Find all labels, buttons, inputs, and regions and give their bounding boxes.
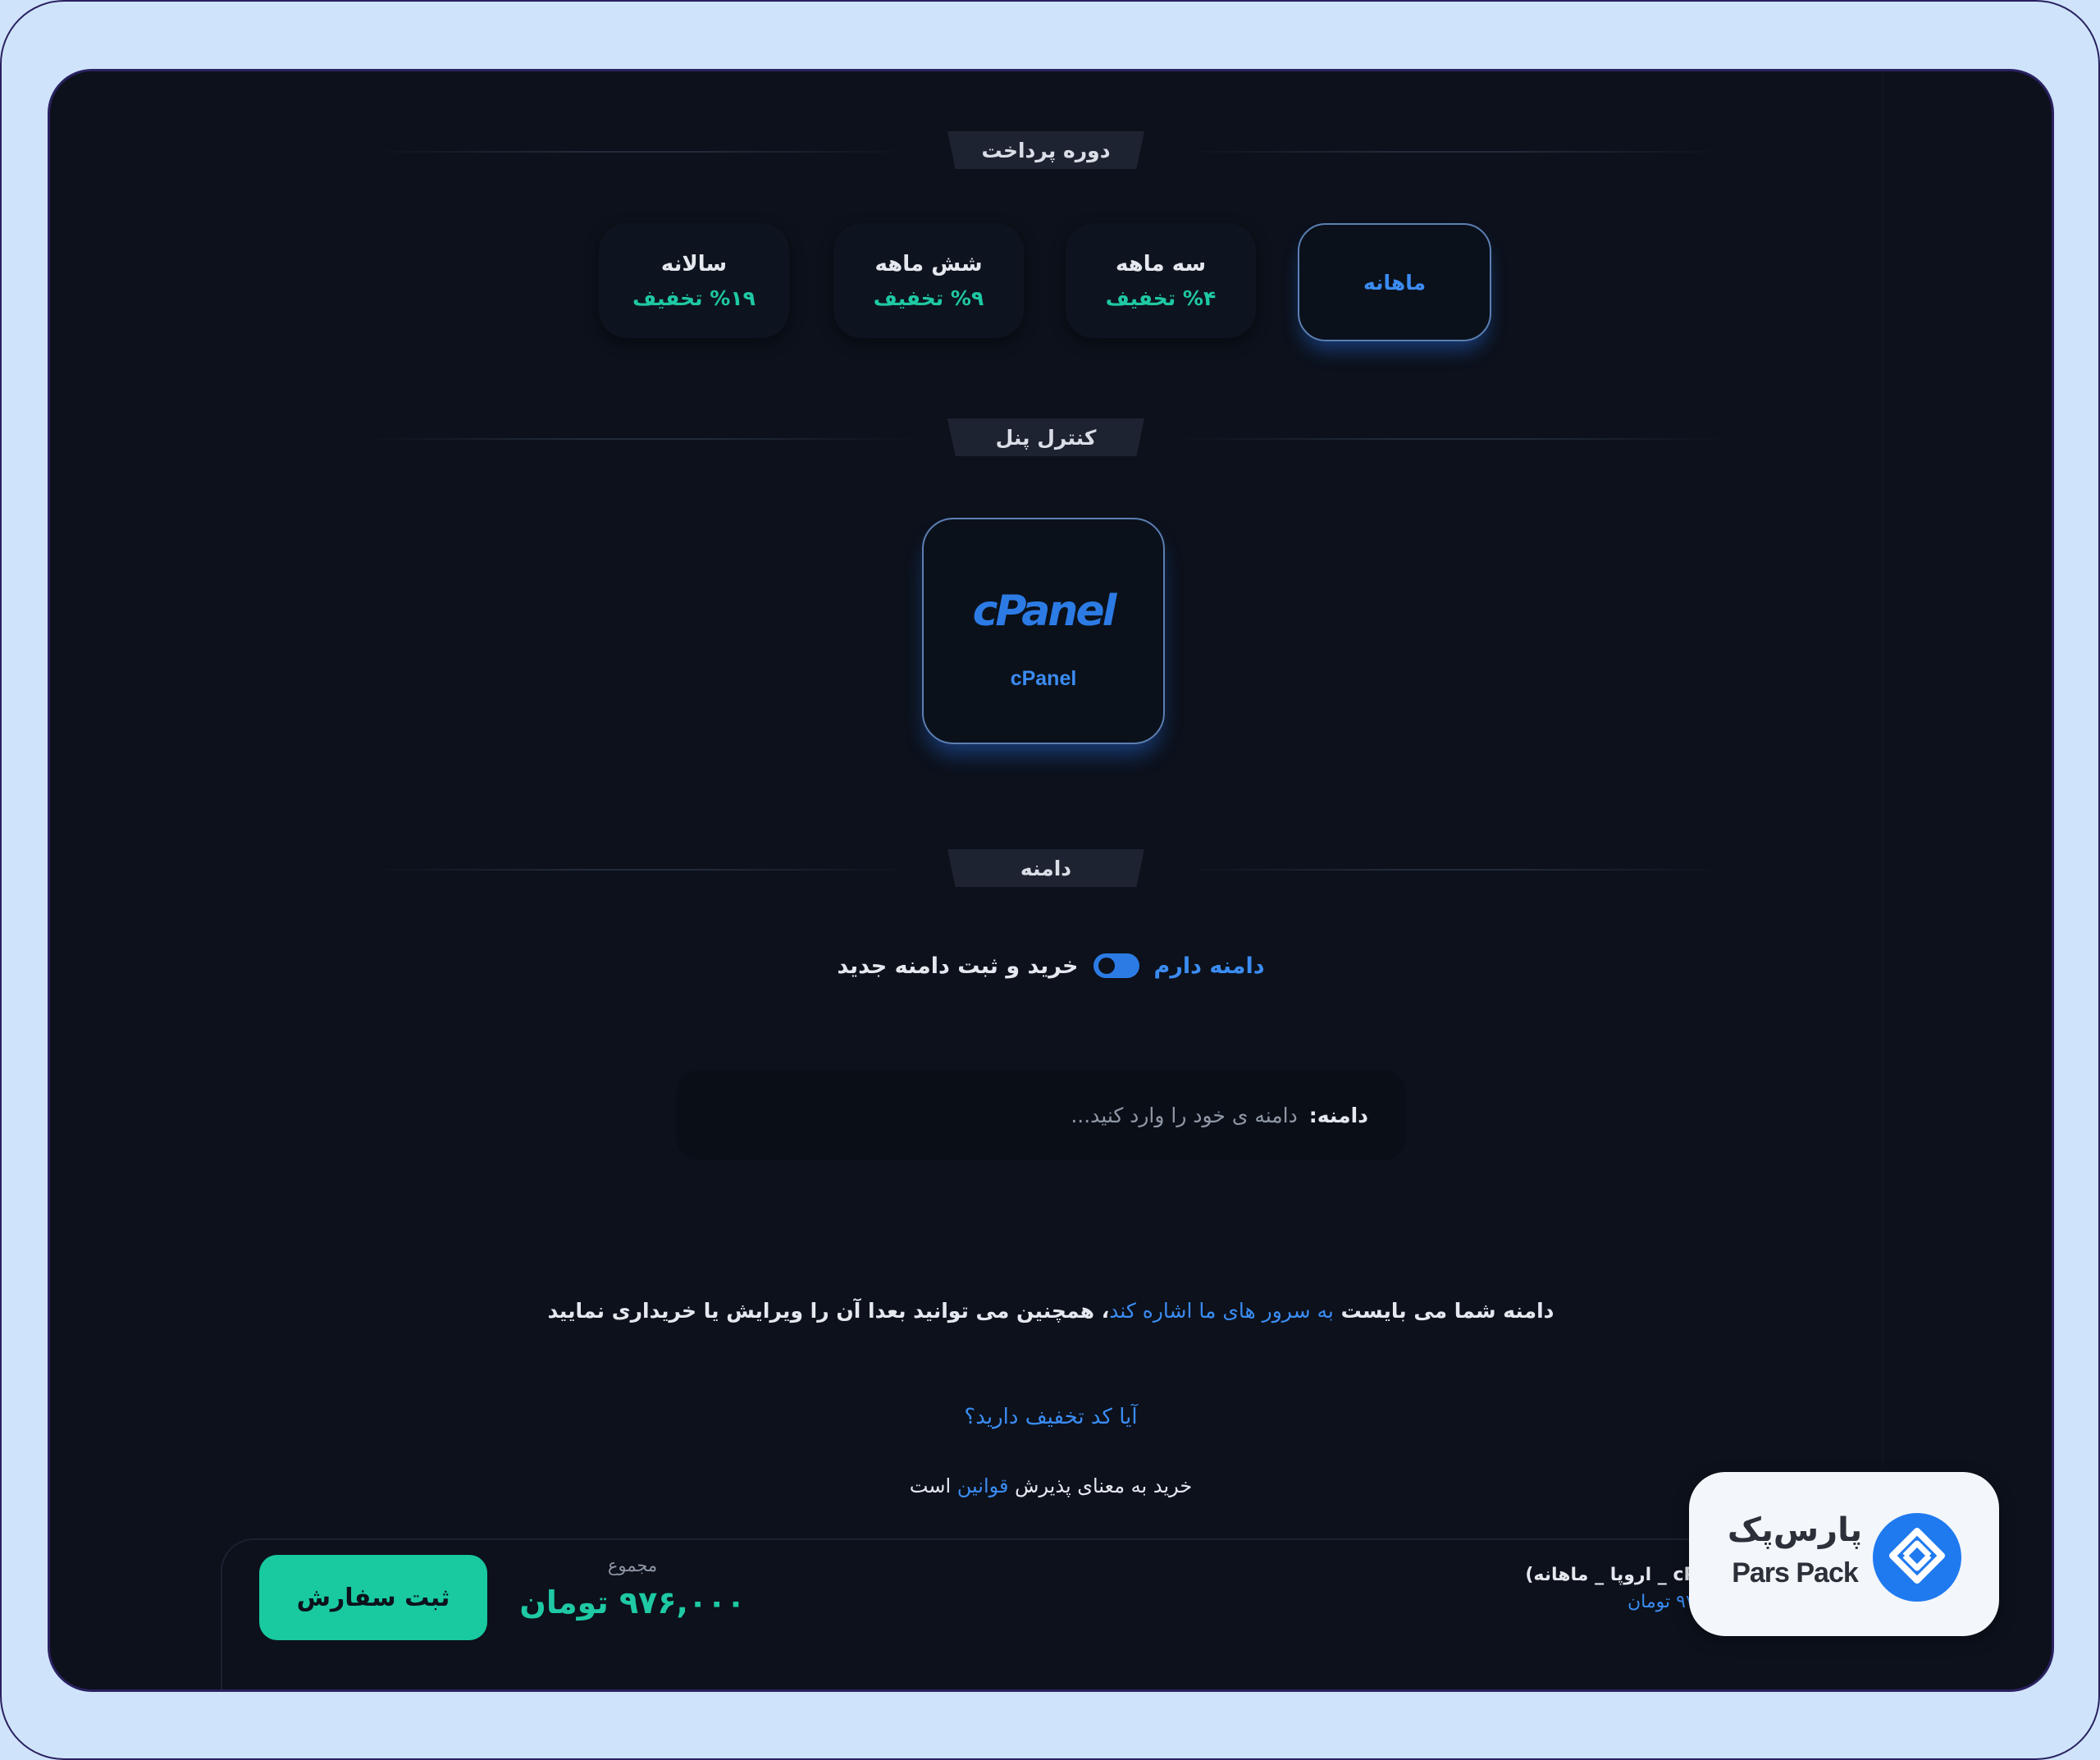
divider bbox=[1174, 438, 1732, 440]
period-label: ماهانه bbox=[1363, 270, 1427, 295]
section-header-payment-period: دوره پرداخت bbox=[50, 131, 2052, 172]
section-title: کنترل پنل bbox=[947, 418, 1144, 456]
period-discount: %۴ تخفیف bbox=[1105, 286, 1217, 310]
period-discount: %۱۹ تخفیف bbox=[632, 286, 756, 310]
section-title: دوره پرداخت bbox=[947, 131, 1144, 169]
period-option-quarterly[interactable]: سه ماهه %۴ تخفیف bbox=[1066, 223, 1256, 338]
domain-field: دامنه: bbox=[676, 1070, 1406, 1160]
divider bbox=[1174, 869, 1732, 871]
coupon-link[interactable]: آیا کد تخفیف دارید؟ bbox=[50, 1405, 2052, 1429]
brand-badge: پارس‌پک Pars Pack bbox=[1689, 1472, 1999, 1636]
terms-text: است bbox=[909, 1474, 957, 1497]
terms-text: خرید به معنای پذیرش bbox=[1008, 1474, 1193, 1497]
total-label: مجموع bbox=[607, 1556, 658, 1575]
section-title: دامنه bbox=[947, 849, 1144, 887]
domain-note: دامنه شما می بایست به سرور های ما اشاره … bbox=[50, 1299, 2052, 1323]
period-option-semiannual[interactable]: شش ماهه %۹ تخفیف bbox=[833, 223, 1024, 338]
cpanel-logo: cPanel bbox=[972, 587, 1117, 636]
divider bbox=[362, 151, 920, 153]
divider bbox=[362, 438, 920, 440]
parspack-logo-icon bbox=[1873, 1513, 1961, 1605]
section-header-domain: دامنه bbox=[50, 849, 2052, 890]
terms-link[interactable]: قوانین bbox=[957, 1474, 1009, 1497]
brand-name-fa: پارس‌پک bbox=[1727, 1511, 1863, 1549]
control-panel-option-cpanel[interactable]: cPanel cPanel bbox=[922, 518, 1165, 744]
divider bbox=[362, 869, 920, 871]
submit-order-button[interactable]: ثبت سفارش bbox=[259, 1555, 487, 1640]
period-label: شش ماهه bbox=[874, 251, 983, 277]
option-own-domain[interactable]: دامنه دارم bbox=[1154, 953, 1265, 979]
brand-name-en: Pars Pack bbox=[1732, 1557, 1859, 1589]
total-price: ۹۷۶,۰۰۰ تومان bbox=[519, 1584, 746, 1621]
domain-type-toggle[interactable] bbox=[1093, 953, 1139, 978]
content-edge bbox=[1882, 71, 1883, 1466]
period-label: سالانه bbox=[660, 251, 728, 277]
nameserver-link[interactable]: به سرور های ما اشاره کند bbox=[1109, 1299, 1334, 1323]
domain-input[interactable] bbox=[721, 1102, 1299, 1128]
note-text: ، همچنین می توانید بعدا آن را ویرایش یا … bbox=[547, 1299, 1110, 1323]
option-register-new-domain[interactable]: خرید و ثبت دامنه جدید bbox=[837, 953, 1078, 979]
period-discount: %۹ تخفیف bbox=[873, 286, 984, 310]
domain-option-toggle-row: دامنه دارم خرید و ثبت دامنه جدید bbox=[50, 948, 2052, 984]
period-option-monthly[interactable]: ماهانه bbox=[1298, 223, 1491, 341]
order-page: دوره پرداخت ماهانه سه ماهه %۴ تخفیف شش م… bbox=[48, 69, 2054, 1692]
period-option-annual[interactable]: سالانه %۱۹ تخفیف bbox=[599, 223, 789, 338]
divider bbox=[1174, 151, 1732, 153]
toggle-knob bbox=[1098, 958, 1115, 974]
control-panel-name: cPanel bbox=[1010, 667, 1077, 690]
period-label: سه ماهه bbox=[1115, 251, 1207, 277]
domain-field-label: دامنه: bbox=[1308, 1103, 1368, 1127]
section-header-control-panel: کنترل پنل bbox=[50, 418, 2052, 459]
note-text: دامنه شما می بایست bbox=[1333, 1299, 1554, 1323]
